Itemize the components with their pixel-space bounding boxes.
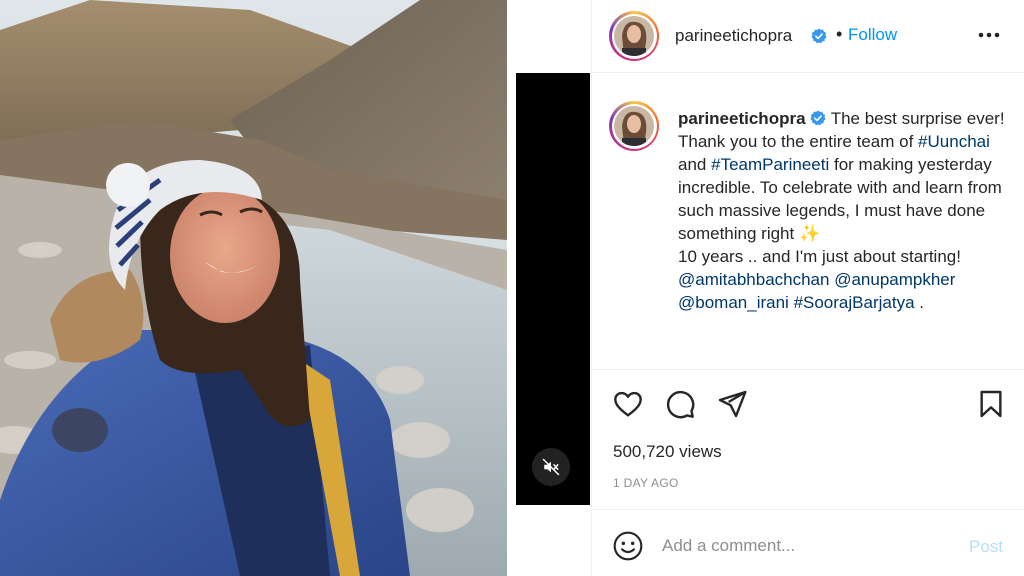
separator-dot: • bbox=[836, 24, 843, 44]
mention-amitabhbachchan[interactable]: @amitabhbachchan bbox=[678, 270, 829, 289]
profile-picture-icon bbox=[614, 16, 654, 56]
caption-line-3: 10 years .. and I'm just about starting! bbox=[678, 247, 961, 266]
sparkle-emoji: ✨ bbox=[798, 224, 821, 243]
paper-plane-icon[interactable] bbox=[716, 388, 748, 420]
post-comment-button[interactable]: Post bbox=[969, 537, 1003, 557]
view-count[interactable]: 500,720 views bbox=[613, 442, 722, 462]
mention-anupampkher[interactable]: @anupampkher bbox=[834, 270, 955, 289]
post-header: parineetichopra • Follow bbox=[592, 0, 1024, 73]
profile-picture-icon bbox=[614, 106, 654, 146]
post-caption: parineetichopra The best surprise ever! … bbox=[592, 73, 1024, 370]
mute-button[interactable] bbox=[532, 448, 570, 486]
mention-boman-irani[interactable]: @boman_irani bbox=[678, 293, 789, 312]
caption-text: parineetichopra The best surprise ever! … bbox=[678, 107, 1008, 314]
comment-bar: Post bbox=[592, 510, 1024, 576]
post-timestamp[interactable]: 1 DAY AGO bbox=[613, 476, 679, 490]
comment-input[interactable] bbox=[662, 532, 942, 560]
smiley-icon[interactable] bbox=[612, 530, 644, 562]
avatar[interactable] bbox=[609, 11, 659, 61]
hashtag-soorajbarjatya[interactable]: #SoorajBarjatya bbox=[794, 293, 915, 312]
bookmark-icon[interactable] bbox=[975, 388, 1007, 420]
post-actions: 500,720 views 1 DAY AGO bbox=[592, 370, 1024, 510]
selfie-mountain-river-image bbox=[0, 0, 507, 576]
caption-ending: . bbox=[919, 293, 924, 312]
caption-and: and bbox=[678, 155, 707, 174]
hashtag-uunchai[interactable]: #Uunchai bbox=[918, 132, 990, 151]
post-sidebar: parineetichopra • Follow parineetichopra… bbox=[591, 0, 1024, 576]
caption-avatar[interactable] bbox=[609, 101, 659, 151]
verified-badge-icon bbox=[810, 110, 826, 126]
more-options-icon[interactable] bbox=[974, 28, 1004, 42]
verified-badge-icon bbox=[811, 28, 827, 44]
speaker-muted-icon bbox=[542, 458, 560, 476]
follow-button[interactable]: Follow bbox=[848, 25, 897, 45]
post-photo[interactable] bbox=[0, 0, 507, 576]
caption-username-link[interactable]: parineetichopra bbox=[678, 109, 806, 128]
username-link[interactable]: parineetichopra bbox=[675, 26, 792, 46]
hashtag-teamparineeti[interactable]: #TeamParineeti bbox=[711, 155, 829, 174]
video-frame[interactable] bbox=[516, 73, 590, 505]
heart-icon[interactable] bbox=[612, 388, 644, 420]
comment-icon[interactable] bbox=[664, 388, 696, 420]
